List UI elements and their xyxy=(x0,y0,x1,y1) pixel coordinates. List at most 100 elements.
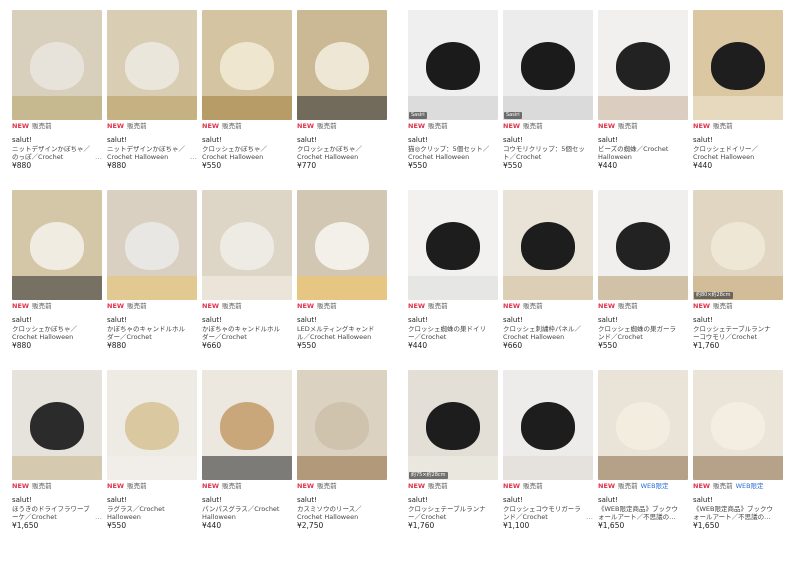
product-name-text: クロッシェテーブルランナーコウモリ／Crochet xyxy=(693,324,771,342)
product-photo-shape xyxy=(521,42,575,90)
product-name[interactable]: 《WEB限定商品》ブックウォールアート／不思議の… xyxy=(693,505,783,522)
product-card[interactable]: NEW 販売前 salut! クロッシェかぼちゃ／Crochet Halloween ¥… xyxy=(202,10,292,190)
product-name[interactable]: クロッシェ蜘蛛の巣ドイリー／Crochet xyxy=(408,325,498,342)
product-image[interactable] xyxy=(297,370,387,480)
product-price: ¥770 xyxy=(297,160,317,170)
product-name[interactable]: クロッシェかぼちゃ／Crochet Halloween xyxy=(202,145,292,162)
product-image[interactable] xyxy=(107,370,197,480)
product-card[interactable]: NEW 販売前 salut! クロッシェコウモリガーランド／Crochet… ¥1,10… xyxy=(503,370,593,550)
product-image[interactable] xyxy=(297,190,387,300)
product-name[interactable]: かぼちゃのキャンドルホルダー／Crochet xyxy=(107,325,197,342)
product-image[interactable]: 約80×約28cm xyxy=(693,190,783,300)
product-card[interactable]: NEW 販売前 salut! ビーズの蜘蛛／Crochet Halloween ¥440 xyxy=(598,10,688,190)
product-name[interactable]: クロッシェドイリー／Crochet Halloween xyxy=(693,145,783,162)
product-image[interactable] xyxy=(693,370,783,480)
brand-name: salut! xyxy=(202,496,222,504)
product-name[interactable]: かぼちゃのキャンドルホルダー／Crochet xyxy=(202,325,292,342)
left-panel: NEW 販売前 salut! ニットデザインかぼちゃ／のっぽ／Crochet… ¥880… xyxy=(12,10,387,550)
product-name[interactable]: カスミソウのリース／Crochet Halloween xyxy=(297,505,387,522)
product-name[interactable]: クロッシェテーブルランナー／Crochet xyxy=(408,505,498,522)
product-image[interactable] xyxy=(107,190,197,300)
product-card[interactable]: 約80×約28cm NEW 販売前 salut! クロッシェテーブルランナーコウモリ／C… xyxy=(693,190,783,370)
product-name[interactable]: クロッシェコウモリガーランド／Crochet… xyxy=(503,505,593,522)
product-image[interactable]: 約75×約28cm xyxy=(408,370,498,480)
product-name[interactable]: パンパスグラス／Crochet Halloween xyxy=(202,505,292,522)
product-photo-accent xyxy=(12,276,102,300)
product-info: NEW 販売前 salut! コウモリクリップ：5個セット／Crochet ¥550 xyxy=(503,122,593,170)
product-name-text: コウモリクリップ：5個セット／Crochet xyxy=(503,144,585,162)
product-image[interactable] xyxy=(202,10,292,120)
product-image[interactable] xyxy=(503,190,593,300)
product-card[interactable]: NEW 販売前 salut! かぼちゃのキャンドルホルダー／Crochet ¥660 xyxy=(202,190,292,370)
product-image[interactable] xyxy=(202,190,292,300)
product-name[interactable]: クロッシェ刺繍枠パネル／Crochet Halloween xyxy=(503,325,593,342)
product-name[interactable]: クロッシェテーブルランナーコウモリ／Crochet xyxy=(693,325,783,342)
product-name-text: 《WEB限定商品》ブックウォールアート／不思議の… xyxy=(598,504,678,522)
status-tag: 販売前 xyxy=(618,122,638,130)
product-image[interactable] xyxy=(297,10,387,120)
product-card[interactable]: NEW 販売前 salut! ラグラス／Crochet Halloween ¥550 xyxy=(107,370,197,550)
product-info: NEW 販売前 WEB限定 salut! 《WEB限定商品》ブックウォールアート／不思議… xyxy=(598,482,688,530)
product-image[interactable]: Sasiri xyxy=(503,10,593,120)
product-image[interactable] xyxy=(693,10,783,120)
product-info: NEW 販売前 salut! クロッシェコウモリガーランド／Crochet… ¥1,10… xyxy=(503,482,593,530)
product-name[interactable]: ラグラス／Crochet Halloween xyxy=(107,505,197,522)
product-name[interactable]: ほうきのドライフラワーブーケ／Crochet… xyxy=(12,505,102,522)
product-card[interactable]: Sasiri NEW 販売前 salut! 猫◎クリップ：5個セット／Crochet H… xyxy=(408,10,498,190)
tag-line: NEW 販売前 xyxy=(297,482,387,491)
product-image[interactable] xyxy=(107,10,197,120)
product-image[interactable] xyxy=(12,10,102,120)
size-badge: Sasiri xyxy=(409,112,427,119)
product-card[interactable]: NEW 販売前 salut! パンパスグラス／Crochet Halloween ¥44… xyxy=(202,370,292,550)
product-image[interactable]: Sasiri xyxy=(408,10,498,120)
brand-name: salut! xyxy=(12,316,32,324)
product-card[interactable]: Sasiri NEW 販売前 salut! コウモリクリップ：5個セット／Crochet… xyxy=(503,10,593,190)
product-name[interactable]: ニットデザインかぼちゃ／のっぽ／Crochet… xyxy=(12,145,102,162)
product-name[interactable]: クロッシェかぼちゃ／Crochet Halloween xyxy=(297,145,387,162)
brand-name: salut! xyxy=(598,496,618,504)
product-name[interactable]: ニットデザインかぼちゃ／Crochet Halloween… xyxy=(107,145,197,162)
product-card[interactable]: NEW 販売前 salut! クロッシェ蜘蛛の巣ガーランド／Crochet ¥550 xyxy=(598,190,688,370)
product-card[interactable]: NEW 販売前 salut! かぼちゃのキャンドルホルダー／Crochet ¥880 xyxy=(107,190,197,370)
product-card[interactable]: NEW 販売前 salut! クロッシェドイリー／Crochet Halloween ¥… xyxy=(693,10,783,190)
product-image[interactable] xyxy=(12,190,102,300)
status-tag: 販売前 xyxy=(32,122,52,130)
product-image[interactable] xyxy=(503,370,593,480)
product-image[interactable] xyxy=(202,370,292,480)
product-card[interactable]: NEW 販売前 salut! ほうきのドライフラワーブーケ／Crochet… ¥1,65… xyxy=(12,370,102,550)
product-info: NEW 販売前 salut! クロッシェかぼちゃ／Crochet Halloween ¥… xyxy=(297,122,387,170)
product-card[interactable]: NEW 販売前 salut! クロッシェ蜘蛛の巣ドイリー／Crochet ¥440 xyxy=(408,190,498,370)
product-card[interactable]: NEW 販売前 salut! クロッシェかぼちゃ／Crochet Halloween ¥… xyxy=(12,190,102,370)
product-name[interactable]: コウモリクリップ：5個セット／Crochet xyxy=(503,145,593,162)
new-tag: NEW xyxy=(202,482,220,490)
product-card[interactable]: NEW 販売前 salut! ニットデザインかぼちゃ／のっぽ／Crochet… ¥880 xyxy=(12,10,102,190)
new-tag: NEW xyxy=(693,302,711,310)
product-image[interactable] xyxy=(598,190,688,300)
product-name[interactable]: LEDメルティングキャンドル／Crochet Halloween xyxy=(297,325,387,342)
product-photo-shape xyxy=(616,222,670,270)
product-card[interactable]: 約75×約28cm NEW 販売前 salut! クロッシェテーブルランナー／Croch… xyxy=(408,370,498,550)
product-card[interactable]: NEW 販売前 WEB限定 salut! 《WEB限定商品》ブックウォールアート／不思議… xyxy=(693,370,783,550)
product-image[interactable] xyxy=(598,10,688,120)
product-photo-shape xyxy=(30,402,84,450)
product-name-text: クロッシェ刺繍枠パネル／Crochet Halloween xyxy=(503,324,581,342)
product-photo-shape xyxy=(616,402,670,450)
product-info: NEW 販売前 salut! クロッシェかぼちゃ／Crochet Halloween ¥… xyxy=(202,122,292,170)
product-card[interactable]: NEW 販売前 salut! クロッシェ刺繍枠パネル／Crochet Hallowee… xyxy=(503,190,593,370)
product-photo-accent xyxy=(107,96,197,120)
product-card[interactable]: NEW 販売前 salut! クロッシェかぼちゃ／Crochet Halloween ¥… xyxy=(297,10,387,190)
status-tag: 販売前 xyxy=(317,122,337,130)
product-name[interactable]: ビーズの蜘蛛／Crochet Halloween xyxy=(598,145,688,162)
product-card[interactable]: NEW 販売前 salut! LEDメルティングキャンドル／Crochet Hallo… xyxy=(297,190,387,370)
product-card[interactable]: NEW 販売前 WEB限定 salut! 《WEB限定商品》ブックウォールアート／不思議… xyxy=(598,370,688,550)
product-image[interactable] xyxy=(12,370,102,480)
product-card[interactable]: NEW 販売前 salut! ニットデザインかぼちゃ／Crochet Hallowee… xyxy=(107,10,197,190)
product-name[interactable]: 《WEB限定商品》ブックウォールアート／不思議の… xyxy=(598,505,688,522)
product-name[interactable]: 猫◎クリップ：5個セット／Crochet Halloween xyxy=(408,145,498,162)
product-name[interactable]: クロッシェ蜘蛛の巣ガーランド／Crochet xyxy=(598,325,688,342)
product-name[interactable]: クロッシェかぼちゃ／Crochet Halloween xyxy=(12,325,102,342)
product-image[interactable] xyxy=(598,370,688,480)
product-image[interactable] xyxy=(408,190,498,300)
product-card[interactable]: NEW 販売前 salut! カスミソウのリース／Crochet Halloween ¥… xyxy=(297,370,387,550)
product-photo-accent xyxy=(693,456,783,480)
